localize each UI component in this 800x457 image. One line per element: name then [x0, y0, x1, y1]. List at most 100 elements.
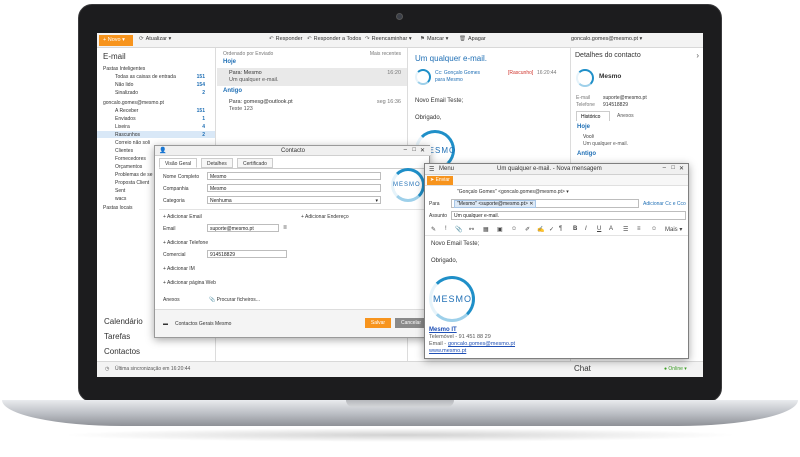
align-icon[interactable]: ≡ [637, 226, 641, 232]
nav-contacts[interactable]: Contactos [104, 347, 140, 356]
link-icon[interactable]: ⚯ [469, 226, 474, 233]
attach-icon[interactable]: 📎 [455, 226, 462, 233]
account-folder[interactable]: goncalo.gomes@mesmo.pt [103, 100, 164, 106]
add-cc-link[interactable]: Adicionar Cc e Cco [643, 201, 686, 207]
folder-inbox[interactable]: A Receber [115, 108, 138, 114]
priority-icon[interactable]: ! [445, 226, 447, 232]
add-address-button[interactable]: + Adicionar Endereço [301, 214, 349, 220]
chat-label[interactable]: Chat [574, 364, 591, 373]
list-icon[interactable]: ☰ [623, 226, 628, 233]
menu-button[interactable]: Menu [439, 166, 454, 172]
folder-wacs[interactable]: wacs [115, 196, 126, 202]
close-button[interactable]: ✕ [420, 147, 425, 154]
email-options-icon[interactable]: ≣ [283, 225, 287, 231]
send-button[interactable]: ➤ Enviar [427, 176, 453, 185]
folder-trash[interactable]: Lixeira [115, 124, 130, 130]
folder-unread[interactable]: Não lido [115, 82, 133, 88]
tab-history[interactable]: Histórico [576, 111, 610, 121]
tab-attachments[interactable]: Anexos [613, 111, 638, 121]
font-color-icon[interactable]: A [609, 226, 613, 232]
tab-certificate[interactable]: Certificado [237, 158, 273, 168]
mark-button[interactable]: ⚑ Marcar ▾ [420, 36, 448, 42]
maximize-button[interactable]: □ [412, 147, 416, 153]
bold-icon[interactable]: B [573, 226, 577, 232]
contact-email[interactable]: suporte@mesmo.pt [603, 95, 647, 101]
message-row[interactable]: Para: gomesg@outlook.pt Teste 123 seg 16… [217, 97, 407, 115]
add-web-button[interactable]: + Adicionar página Web [163, 280, 216, 286]
sort-label[interactable]: Ordenado por Enviado [223, 51, 273, 57]
message-to[interactable]: para Mesmo [435, 77, 463, 83]
compose-body-thanks[interactable]: Obrigado, [431, 258, 457, 264]
from-selector[interactable]: "Gonçalo Gomes" <goncalo.gomes@mesmo.pt>… [457, 189, 569, 195]
reply-all-button[interactable]: ↶ Responder a Todos [307, 36, 361, 42]
folder-all-inboxes[interactable]: Todas as caixas de entrada [115, 74, 176, 80]
local-folders[interactable]: Pastas locais [103, 205, 132, 211]
folder-sent[interactable]: Enviados [115, 116, 136, 122]
folder-junk[interactable]: Correio não soli [115, 140, 150, 146]
text-color-icon[interactable]: ✐ [525, 226, 530, 233]
category-select[interactable]: Nenhuma ▾ [207, 196, 381, 204]
smart-folders[interactable]: Pastas Inteligentes [103, 66, 145, 72]
history-subject[interactable]: Um qualquer e-mail. [583, 141, 628, 147]
company-input[interactable]: Mesmo [207, 184, 381, 192]
folder-clients[interactable]: Clientes [115, 148, 133, 154]
paragraph-icon[interactable]: ¶ [559, 226, 562, 232]
minimize-button[interactable]: – [663, 165, 666, 171]
forward-button[interactable]: ↷ Reencaminhar ▾ [365, 36, 412, 42]
reply-button[interactable]: ↶ Responder [269, 36, 303, 42]
table-icon[interactable]: ▦ [483, 226, 489, 233]
message-row[interactable]: Para: Mesmo Um qualquer e-mail. 16:20 [217, 68, 407, 86]
menu-icon[interactable]: ☰ [429, 166, 434, 173]
browse-files-button[interactable]: 📎 Procurar ficheiros... [209, 297, 260, 303]
add-email-button[interactable]: + Adicionar Email [163, 214, 202, 220]
folder-flagged[interactable]: Sinalizado [115, 90, 138, 96]
add-im-button[interactable]: + Adicionar IM [163, 266, 195, 272]
tab-details[interactable]: Detalhes [201, 158, 233, 168]
email-input[interactable]: suporte@mesmo.pt [207, 224, 279, 232]
image-icon[interactable]: ▣ [497, 226, 503, 233]
paragraph-style-icon[interactable]: ✎ [431, 226, 436, 233]
signature-icon[interactable]: ✍ [537, 226, 544, 233]
to-field[interactable]: "Mesmo" <suporte@mesmo.pt> ✕ [451, 199, 639, 208]
sort-order[interactable]: Mais recentes [370, 51, 401, 57]
signature-email-link[interactable]: goncalo.gomes@mesmo.pt [448, 341, 515, 347]
close-button[interactable]: ✕ [679, 165, 684, 172]
phone-input[interactable]: 914518829 [207, 250, 287, 258]
contact-folder-selector[interactable]: Contactos Gerais Mesmo [175, 321, 231, 327]
maximize-button[interactable]: □ [671, 165, 675, 171]
compose-body-greeting[interactable]: Novo Email Teste; [431, 241, 479, 247]
nav-tasks[interactable]: Tarefas [104, 332, 130, 341]
message-date: seg 16:36 [376, 99, 401, 105]
minimize-button[interactable]: – [404, 147, 407, 153]
chevron-right-icon[interactable]: › [696, 51, 699, 60]
recipient-chip[interactable]: "Mesmo" <suporte@mesmo.pt> ✕ [454, 200, 537, 208]
folder-drafts[interactable]: Rascunhos [115, 132, 140, 138]
contact-phone[interactable]: 914518829 [603, 102, 628, 108]
new-button[interactable]: + Novo ▾ [99, 35, 133, 46]
italic-icon[interactable]: I [585, 226, 587, 232]
emoticon-icon[interactable]: ☺ [651, 226, 657, 232]
message-from[interactable]: Cc: Gonçalo Gomes [435, 70, 480, 76]
nav-calendar[interactable]: Calendário [104, 317, 143, 326]
account-selector[interactable]: goncalo.gomes@mesmo.pt ▾ [571, 36, 642, 42]
spell-icon[interactable]: ✓ [549, 226, 554, 233]
folder-sent-2[interactable]: Sent [115, 188, 125, 194]
refresh-icon: ⟳ [139, 36, 144, 42]
emoji-icon[interactable]: ☺ [511, 226, 517, 232]
signature-website-link[interactable]: www.mesmo.pt [429, 348, 466, 354]
save-button[interactable]: Salvar [365, 318, 391, 328]
folder-suppliers[interactable]: Fornecedores [115, 156, 146, 162]
folder-problems[interactable]: Problemas de se [115, 172, 153, 178]
folder-proposals[interactable]: Proposta Client [115, 180, 149, 186]
tab-overview[interactable]: Visão Geral [159, 158, 198, 168]
underline-icon[interactable]: U [597, 226, 601, 232]
refresh-button[interactable]: ⟳ Atualizar ▾ [139, 36, 171, 42]
full-name-input[interactable]: Mesmo [207, 172, 381, 180]
more-button[interactable]: Mais ▾ [665, 226, 682, 233]
online-status[interactable]: ● Online ▾ [664, 366, 687, 372]
folder-quotes[interactable]: Orçamentos [115, 164, 142, 170]
subject-input[interactable]: Um qualquer e-mail. [451, 211, 686, 220]
add-phone-button[interactable]: + Adicionar Telefone [163, 240, 208, 246]
cancel-button[interactable]: Cancelar [395, 318, 427, 328]
delete-button[interactable]: 🗑 Apagar [459, 36, 486, 42]
